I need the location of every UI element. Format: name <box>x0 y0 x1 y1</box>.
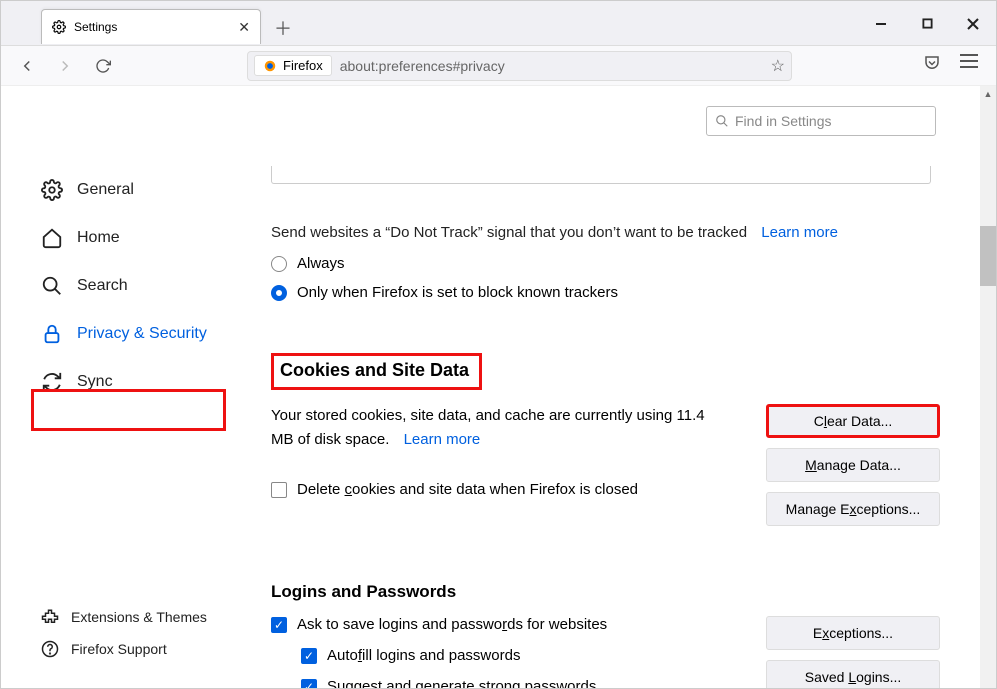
sidebar-item-label: General <box>77 181 134 199</box>
sidebar-link-label: Firefox Support <box>71 641 167 657</box>
tab-close-icon[interactable]: ✕ <box>238 19 250 36</box>
window-controls <box>858 1 996 46</box>
firefox-icon <box>263 59 277 73</box>
sidebar-item-general[interactable]: General <box>41 166 241 214</box>
reload-button[interactable] <box>89 52 117 80</box>
logins-heading: Logins and Passwords <box>271 582 940 602</box>
find-placeholder: Find in Settings <box>735 113 832 129</box>
checkbox-label: Delete cookies and site data when Firefo… <box>297 478 638 502</box>
radio-icon <box>271 285 287 301</box>
sidebar-item-label: Home <box>77 229 120 247</box>
app-menu-button[interactable] <box>960 54 978 68</box>
dnt-radio-known-trackers[interactable]: Only when Firefox is set to block known … <box>271 284 940 301</box>
url-text: about:preferences#privacy <box>340 58 505 74</box>
maximize-button[interactable] <box>904 1 950 46</box>
forward-button[interactable] <box>51 52 79 80</box>
vertical-scrollbar[interactable]: ▲ <box>980 86 996 688</box>
sidebar-link-extensions[interactable]: Extensions & Themes <box>41 608 241 626</box>
checkbox-icon: ✓ <box>271 617 287 633</box>
find-in-settings-input[interactable]: Find in Settings <box>706 106 936 136</box>
dnt-radio-always[interactable]: Always <box>271 255 940 272</box>
site-label: Firefox <box>283 58 323 73</box>
sidebar-link-support[interactable]: Firefox Support <box>41 640 241 658</box>
sidebar-item-sync[interactable]: Sync <box>41 358 241 406</box>
dnt-learn-more-link[interactable]: Learn more <box>761 224 838 241</box>
dnt-description: Send websites a “Do Not Track” signal th… <box>271 224 940 241</box>
checkbox-label: Autofill logins and passwords <box>327 647 520 664</box>
scroll-up-arrow-icon[interactable]: ▲ <box>980 86 996 102</box>
sidebar-item-label: Search <box>77 277 128 295</box>
scroll-thumb[interactable] <box>980 226 996 286</box>
pocket-icon[interactable] <box>922 54 942 77</box>
help-icon <box>41 640 59 658</box>
browser-tab[interactable]: Settings ✕ <box>41 9 261 44</box>
sidebar-link-label: Extensions & Themes <box>71 609 207 625</box>
sidebar-item-label: Sync <box>77 373 113 391</box>
title-bar: Settings ✕ ＋ <box>1 1 996 46</box>
checkbox-label: Suggest and generate strong passwords <box>327 678 596 688</box>
radio-icon <box>271 256 287 272</box>
close-window-button[interactable] <box>950 1 996 46</box>
toolbar: Firefox about:preferences#privacy ☆ <box>1 46 996 86</box>
suggest-passwords-checkbox[interactable]: ✓ Suggest and generate strong passwords <box>301 678 706 688</box>
checkbox-icon: ✓ <box>301 648 317 664</box>
ask-save-logins-checkbox[interactable]: ✓ Ask to save logins and passwords for w… <box>271 616 706 633</box>
clear-data-button[interactable]: Clear Data... <box>766 404 940 438</box>
sidebar-item-label: Privacy & Security <box>77 325 207 343</box>
puzzle-icon <box>41 608 59 626</box>
checkbox-icon: ✓ <box>301 679 317 689</box>
sync-icon <box>41 371 63 393</box>
sidebar-item-privacy[interactable]: Privacy & Security <box>41 310 241 358</box>
settings-main: Send websites a “Do Not Track” signal th… <box>241 86 980 688</box>
gear-icon <box>52 20 66 34</box>
checkbox-icon <box>271 482 287 498</box>
url-bar[interactable]: Firefox about:preferences#privacy ☆ <box>247 51 792 81</box>
sidebar-item-search[interactable]: Search <box>41 262 241 310</box>
minimize-button[interactable] <box>858 1 904 46</box>
manage-data-button[interactable]: Manage Data... <box>766 448 940 482</box>
tab-title: Settings <box>74 20 117 34</box>
site-identity[interactable]: Firefox <box>254 55 332 76</box>
sidebar-item-home[interactable]: Home <box>41 214 241 262</box>
cookies-heading: Cookies and Site Data <box>271 353 482 390</box>
home-icon <box>41 227 63 249</box>
collapsed-panel <box>271 166 931 184</box>
search-icon <box>715 114 729 128</box>
gear-icon <box>41 179 63 201</box>
lock-icon <box>41 323 63 345</box>
cookies-learn-more-link[interactable]: Learn more <box>404 431 481 448</box>
cookies-description: Your stored cookies, site data, and cach… <box>271 407 705 448</box>
settings-sidebar: General Home Search Privacy & Security S… <box>1 86 241 688</box>
logins-exceptions-button[interactable]: Exceptions... <box>766 616 940 650</box>
autofill-logins-checkbox[interactable]: ✓ Autofill logins and passwords <box>301 647 706 664</box>
back-button[interactable] <box>13 52 41 80</box>
radio-label: Only when Firefox is set to block known … <box>297 284 618 301</box>
new-tab-button[interactable]: ＋ <box>273 15 293 41</box>
bookmark-star-icon[interactable]: ☆ <box>771 56 785 76</box>
radio-label: Always <box>297 255 345 272</box>
delete-on-close-checkbox[interactable]: Delete cookies and site data when Firefo… <box>271 478 726 502</box>
manage-exceptions-button[interactable]: Manage Exceptions... <box>766 492 940 526</box>
saved-logins-button[interactable]: Saved Logins... <box>766 660 940 688</box>
checkbox-label: Ask to save logins and passwords for web… <box>297 616 607 633</box>
search-icon <box>41 275 63 297</box>
